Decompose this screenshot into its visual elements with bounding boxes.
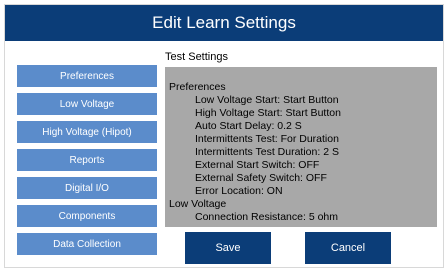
settings-summary-panel[interactable]: Preferences Low Voltage Start: Start But…: [165, 67, 437, 227]
sidebar-item-label: Reports: [69, 154, 105, 166]
setting-line: Low Voltage Start: Start Button: [195, 94, 339, 106]
setting-line: External Safety Switch: OFF: [195, 172, 327, 184]
sidebar-item-preferences[interactable]: Preferences: [17, 65, 157, 87]
setting-line: External Start Switch: OFF: [195, 159, 320, 171]
edit-learn-settings-window: Edit Learn Settings Preferences Low Volt…: [4, 4, 444, 268]
settings-category-preferences: Preferences: [169, 81, 226, 93]
setting-line: Error Location: ON: [195, 185, 283, 197]
sidebar-item-components[interactable]: Components: [17, 205, 157, 227]
sidebar-item-data-collection[interactable]: Data Collection: [17, 233, 157, 255]
setting-line: Intermittents Test: For Duration: [195, 133, 339, 145]
sidebar-item-low-voltage[interactable]: Low Voltage: [17, 93, 157, 115]
save-button[interactable]: Save: [185, 232, 271, 264]
sidebar-item-label: Data Collection: [53, 238, 121, 250]
sidebar-item-high-voltage[interactable]: High Voltage (Hipot): [17, 121, 157, 143]
sidebar-item-label: Digital I/O: [65, 182, 109, 194]
sidebar-item-digital-io[interactable]: Digital I/O: [17, 177, 157, 199]
setting-line: High Voltage Start: Start Button: [195, 107, 341, 119]
sidebar-item-reports[interactable]: Reports: [17, 149, 157, 171]
window-title: Edit Learn Settings: [152, 13, 296, 32]
cancel-button[interactable]: Cancel: [305, 232, 391, 264]
window-title-bar: Edit Learn Settings: [5, 5, 443, 41]
sidebar-item-label: High Voltage (Hipot): [42, 126, 132, 138]
sidebar-item-label: Low Voltage: [59, 98, 115, 110]
sidebar-item-label: Preferences: [60, 70, 114, 82]
sidebar-item-label: Components: [58, 210, 116, 222]
save-button-label: Save: [215, 242, 241, 254]
cancel-button-label: Cancel: [330, 242, 366, 254]
setting-line: Connection Resistance: 5 ohm: [195, 211, 338, 223]
setting-line: Auto Start Delay: 0.2 S: [195, 120, 302, 132]
settings-sidebar: Preferences Low Voltage High Voltage (Hi…: [17, 65, 157, 261]
setting-line: Intermittents Test Duration: 2 S: [195, 146, 339, 158]
section-title: Test Settings: [165, 51, 228, 63]
settings-category-low-voltage: Low Voltage: [169, 198, 227, 210]
